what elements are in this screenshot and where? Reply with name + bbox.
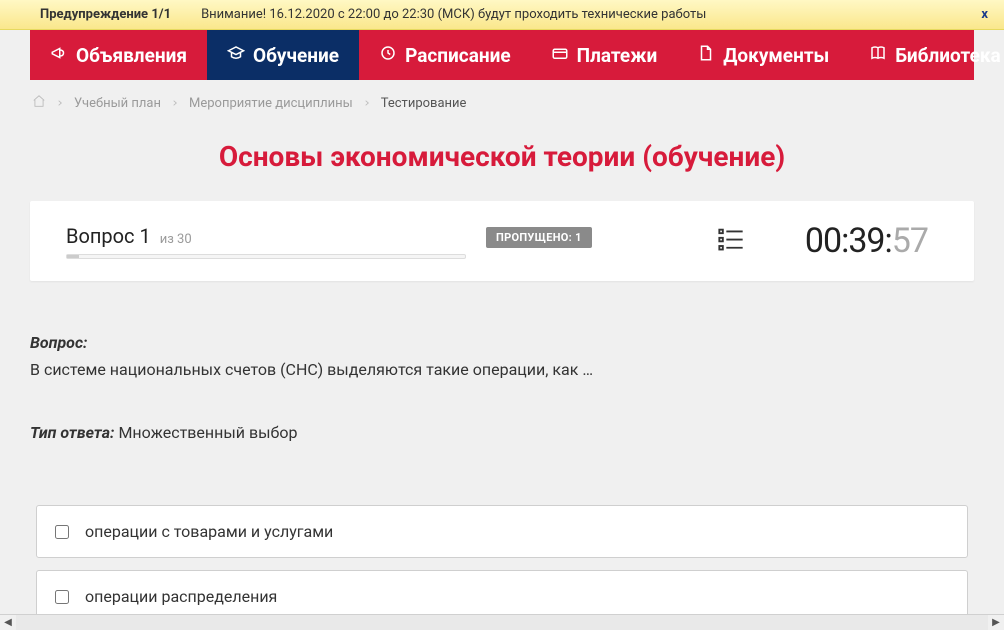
nav-label: Документы [723, 44, 829, 67]
page-title: Основы экономической теории (обучение) [0, 122, 1004, 201]
graduation-cap-icon [227, 44, 245, 67]
answer-text: операции с товарами и услугами [85, 522, 333, 541]
warning-label: Предупреждение 1/1 [40, 7, 171, 22]
nav-label: Библиотека [895, 44, 1000, 67]
nav-label: Расписание [405, 44, 511, 67]
skipped-badge: ПРОПУЩЕНО: 1 [486, 227, 592, 248]
answer-checkbox[interactable] [55, 525, 69, 539]
list-icon [717, 238, 745, 257]
warning-close-button[interactable]: x [975, 7, 994, 22]
answer-checkbox[interactable] [55, 590, 69, 604]
scroll-right-arrow[interactable]: ▶ [988, 615, 1004, 630]
nav-payments[interactable]: Платежи [531, 30, 678, 80]
answer-type-label: Тип ответа: [30, 423, 114, 442]
nav-library[interactable]: Библиотека [849, 30, 1004, 80]
question-text: В системе национальных счетов (СНС) выде… [30, 358, 974, 383]
nav-schedule[interactable]: Расписание [359, 30, 531, 80]
chevron-right-icon [56, 96, 64, 111]
main-nav: Объявления Обучение Расписание Платежи Д… [30, 30, 974, 80]
chevron-right-icon [171, 96, 179, 111]
question-number: 1 [139, 224, 150, 248]
nav-label: Платежи [577, 44, 658, 67]
question-header: Вопрос 1 из 30 ПРОПУЩЕНО: 1 [30, 201, 974, 281]
progress-fill [67, 255, 79, 258]
breadcrumb-item-event[interactable]: Мероприятие дисциплины [189, 96, 353, 111]
breadcrumb-item-testing: Тестирование [381, 96, 467, 111]
question-word: Вопрос [66, 224, 135, 248]
answer-text: операции распределения [85, 587, 277, 606]
question-list-button[interactable] [717, 225, 745, 257]
breadcrumb-item-plan[interactable]: Учебный план [74, 96, 161, 111]
timer: 00:39:57 [805, 221, 928, 261]
progress-bar [66, 254, 466, 259]
answer-option[interactable]: операции распределения [36, 570, 968, 614]
chevron-right-icon [363, 96, 371, 111]
question-of-prefix: из [160, 232, 174, 247]
warning-text: Внимание! 16.12.2020 с 22:00 до 22:30 (М… [201, 7, 975, 22]
megaphone-icon [50, 44, 68, 67]
nav-announcements[interactable]: Объявления [30, 30, 207, 80]
question-total: 30 [177, 232, 192, 247]
clock-icon [379, 44, 397, 67]
breadcrumb: Учебный план Мероприятие дисциплины Тест… [0, 80, 1004, 122]
question-label: Вопрос: [30, 331, 974, 356]
home-icon[interactable] [32, 94, 46, 112]
scroll-track[interactable] [16, 615, 988, 630]
wallet-icon [551, 44, 569, 67]
answer-type-value: Множественный выбор [118, 423, 297, 442]
timer-subseconds: 57 [892, 221, 928, 261]
horizontal-scrollbar[interactable]: ◀ ▶ [0, 614, 1004, 630]
warning-bar: Предупреждение 1/1 Внимание! 16.12.2020 … [0, 0, 1004, 30]
book-icon [869, 44, 887, 67]
scroll-left-arrow[interactable]: ◀ [0, 615, 16, 630]
nav-label: Объявления [76, 44, 187, 67]
answer-option[interactable]: операции с товарами и услугами [36, 505, 968, 558]
nav-learning[interactable]: Обучение [207, 30, 359, 80]
document-icon [697, 44, 715, 67]
nav-documents[interactable]: Документы [677, 30, 849, 80]
question-counter: Вопрос 1 из 30 [66, 224, 466, 248]
question-body: Вопрос: В системе национальных счетов (С… [0, 281, 1004, 445]
answers-list: операции с товарами и услугами операции … [0, 505, 1004, 614]
nav-label: Обучение [253, 44, 339, 67]
timer-seconds: 39 [848, 221, 884, 261]
timer-minutes: 00 [805, 221, 841, 261]
